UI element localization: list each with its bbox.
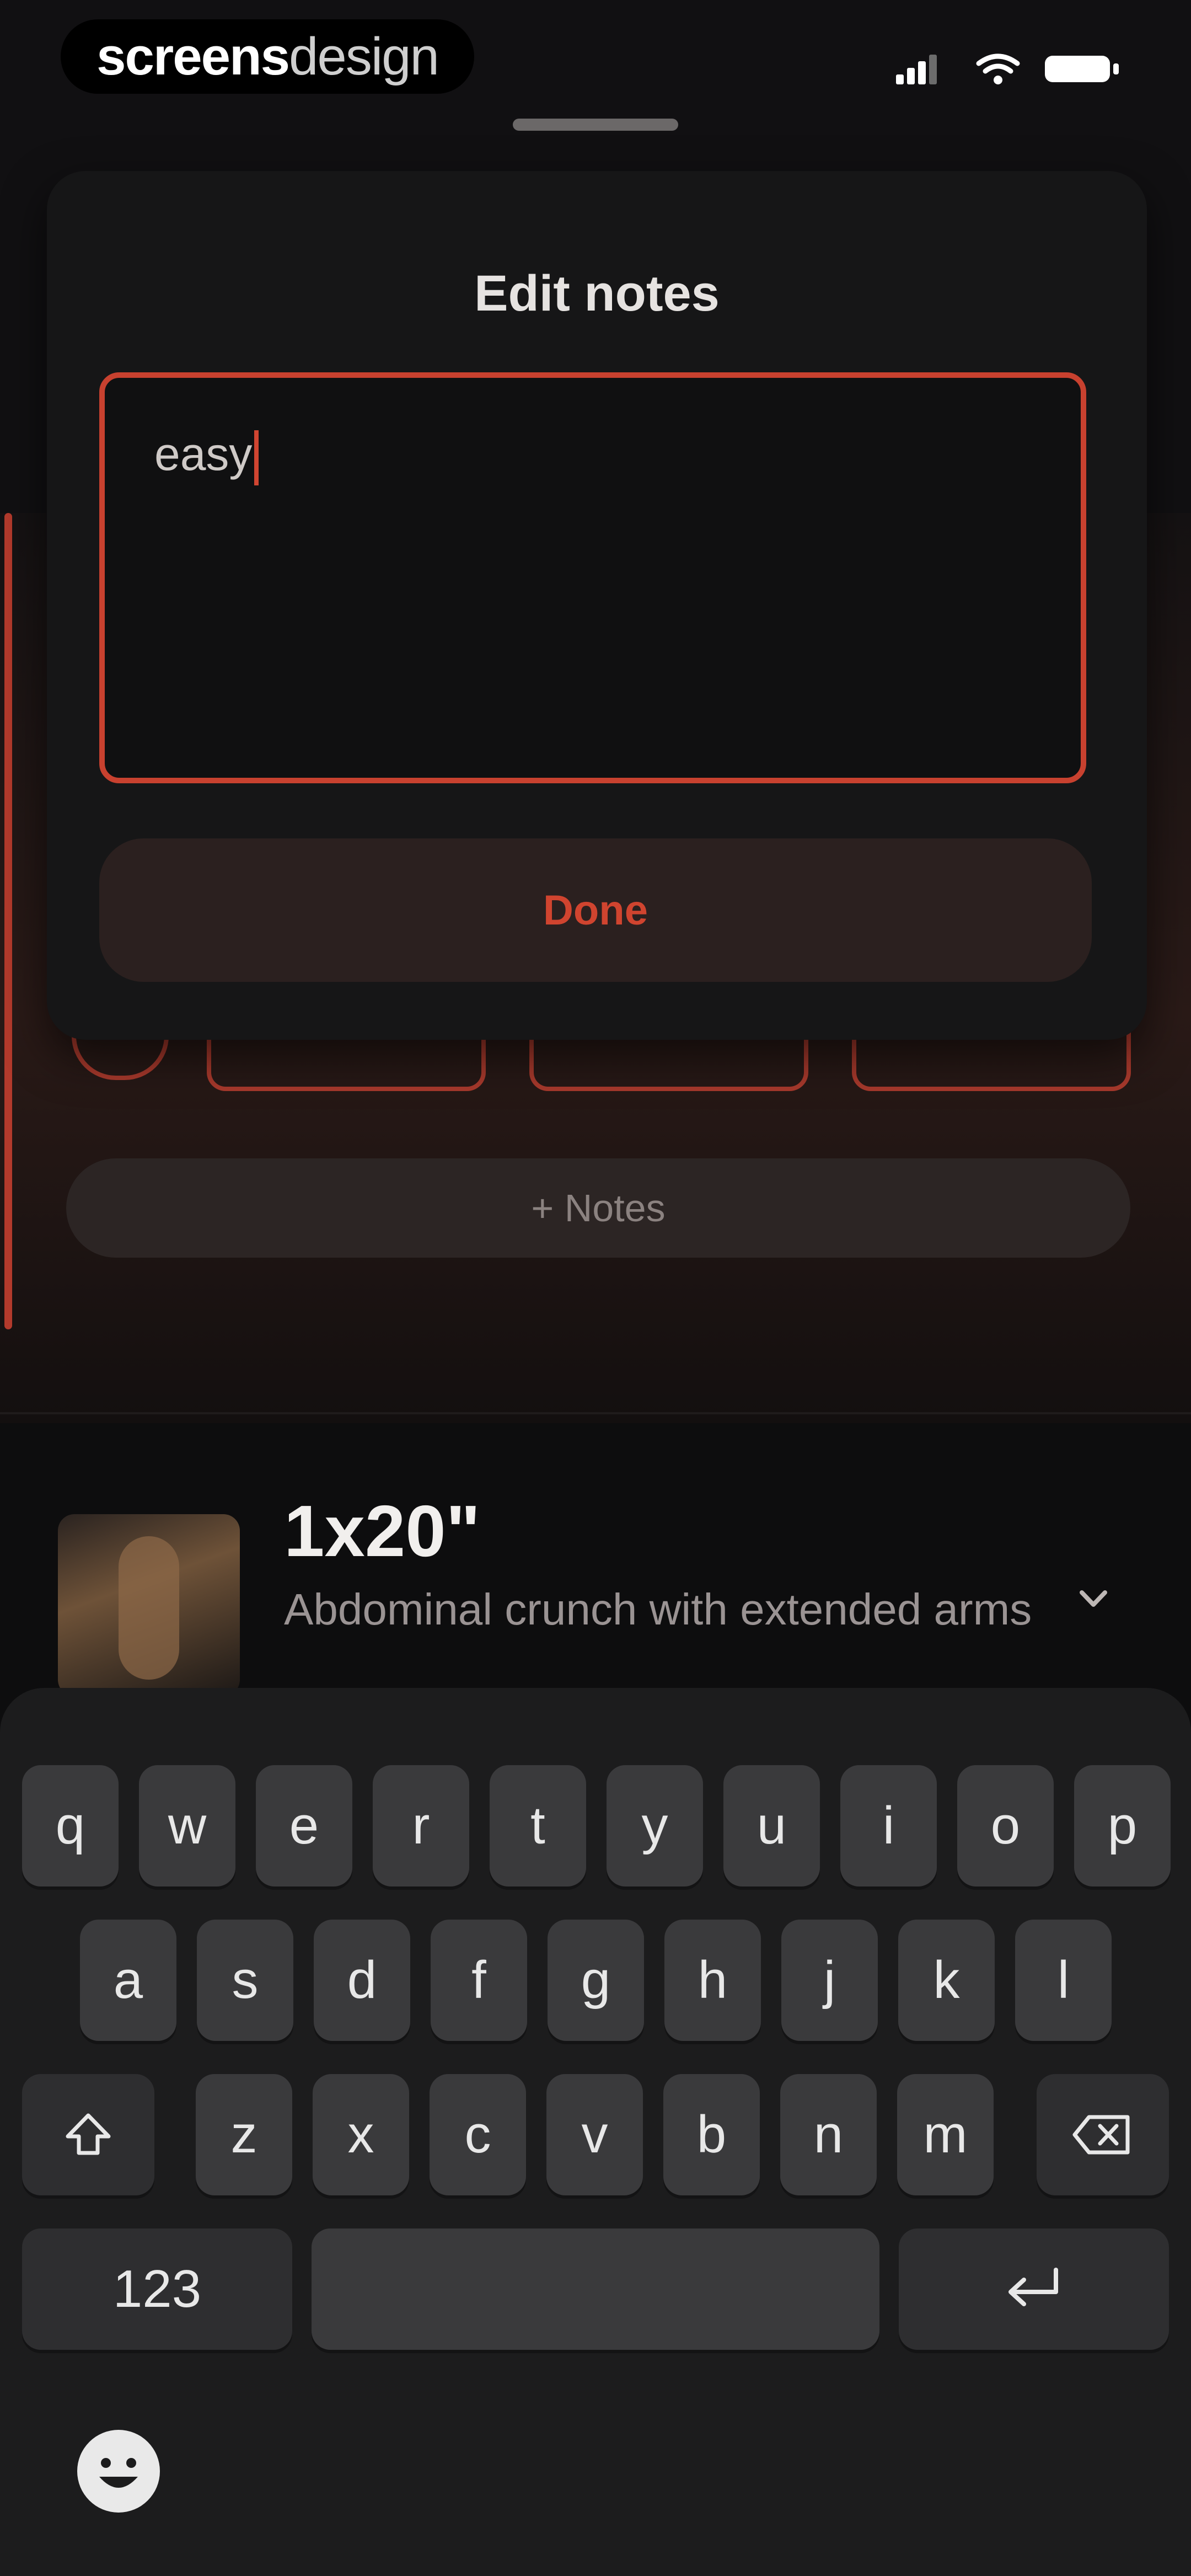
key-label: x [347, 2105, 374, 2164]
key-label: w [168, 1796, 207, 1855]
return-icon [1008, 2268, 1058, 2306]
key-g[interactable]: g [548, 1920, 644, 2041]
key-label: h [698, 1950, 728, 2010]
battery-icon [1045, 56, 1119, 82]
key-label: c [464, 2105, 491, 2164]
key-label: a [113, 1950, 143, 2010]
key-f[interactable]: f [431, 1920, 527, 2041]
key-label: k [933, 1950, 960, 2010]
exercise-figure [119, 1536, 179, 1680]
key-label: y [641, 1796, 668, 1855]
chevron-down-icon[interactable] [1075, 1580, 1112, 1617]
key-k[interactable]: k [898, 1920, 995, 2041]
key-label: q [55, 1796, 85, 1855]
key-label: m [923, 2105, 968, 2164]
key-label: f [471, 1950, 486, 2010]
key-x[interactable]: x [313, 2074, 409, 2195]
backspace-icon [1072, 2115, 1130, 2155]
key-a[interactable]: a [80, 1920, 176, 2041]
key-label: e [289, 1796, 319, 1855]
key-r[interactable]: r [373, 1765, 469, 1886]
status-icons [896, 54, 1119, 84]
divider [0, 1412, 1191, 1414]
key-q[interactable]: q [22, 1765, 119, 1886]
text-caret [254, 430, 259, 485]
brand-watermark: screens design [61, 19, 474, 94]
key-e[interactable]: e [256, 1765, 352, 1886]
key-j[interactable]: j [781, 1920, 878, 2041]
signal-icon [896, 55, 937, 84]
key-label: o [990, 1796, 1021, 1855]
key-m[interactable]: m [897, 2074, 994, 2195]
key-label: b [696, 2105, 727, 2164]
exercise-thumbnail[interactable] [58, 1514, 240, 1696]
shift-icon [66, 2113, 111, 2155]
key-label: v [581, 2105, 608, 2164]
key-b[interactable]: b [663, 2074, 760, 2195]
add-notes-button[interactable]: + Notes [66, 1158, 1130, 1258]
key-z[interactable]: z [196, 2074, 292, 2195]
key-y[interactable]: y [607, 1765, 703, 1886]
key-i[interactable]: i [840, 1765, 937, 1886]
backspace-key[interactable] [1037, 2074, 1169, 2195]
key-label: r [412, 1796, 430, 1855]
modal-title: Edit notes [474, 265, 720, 322]
key-s[interactable]: s [197, 1920, 293, 2041]
key-d[interactable]: d [314, 1920, 410, 2041]
key-t[interactable]: t [490, 1765, 586, 1886]
numbers-label: 123 [112, 2259, 202, 2318]
key-h[interactable]: h [664, 1920, 761, 2041]
return-key[interactable] [899, 2228, 1169, 2350]
key-v[interactable]: v [546, 2074, 643, 2195]
key-w[interactable]: w [139, 1765, 235, 1886]
emoji-icon[interactable] [77, 2430, 160, 2513]
keyboard: q w e r t y u i o p a s d f g h j k l z x c v b n m 123 [0, 1688, 1191, 2576]
notes-textarea[interactable]: easy [99, 372, 1086, 783]
key-l[interactable]: l [1015, 1920, 1112, 2041]
key-n[interactable]: n [780, 2074, 877, 2195]
key-o[interactable]: o [957, 1765, 1054, 1886]
key-label: i [882, 1796, 895, 1855]
brand-part-1: screens [96, 26, 290, 86]
active-set-indicator [4, 513, 12, 1329]
key-p[interactable]: p [1074, 1765, 1171, 1886]
sheet-grabber[interactable] [513, 119, 678, 131]
key-label: s [232, 1950, 259, 2010]
add-notes-label: + Notes [531, 1187, 666, 1230]
key-c[interactable]: c [430, 2074, 526, 2195]
key-label: g [581, 1950, 611, 2010]
key-label: t [530, 1796, 545, 1855]
space-key[interactable] [312, 2228, 879, 2350]
exercise-name: Abdominal crunch with extended arms [284, 1585, 1032, 1634]
key-label: n [813, 2105, 844, 2164]
numbers-key[interactable]: 123 [22, 2228, 292, 2350]
wifi-icon [976, 54, 1020, 84]
brand-part-2: design [289, 26, 439, 86]
key-label: p [1107, 1796, 1138, 1855]
edit-notes-modal: Edit notes easy Done [47, 171, 1147, 1040]
shift-key[interactable] [22, 2074, 154, 2195]
done-label: Done [543, 886, 648, 934]
key-label: l [1057, 1950, 1070, 2010]
notes-text: easy [154, 428, 253, 480]
done-button[interactable]: Done [99, 838, 1092, 982]
key-label: j [823, 1950, 836, 2010]
key-label: z [230, 2105, 257, 2164]
key-label: u [757, 1796, 787, 1855]
key-u[interactable]: u [723, 1765, 820, 1886]
key-label: d [347, 1950, 377, 2010]
exercise-set-title: 1x20" [284, 1490, 481, 1572]
